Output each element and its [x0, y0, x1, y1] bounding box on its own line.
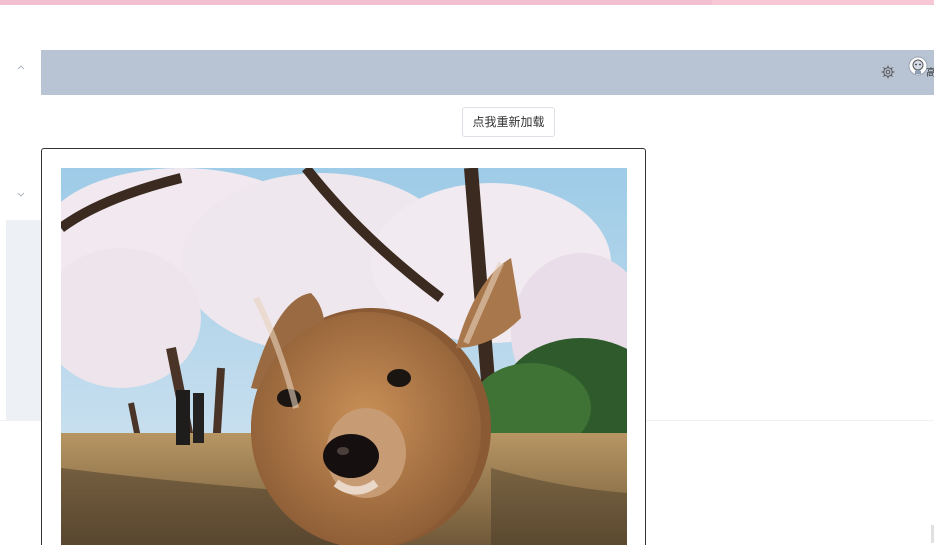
avatar[interactable]	[908, 56, 928, 78]
reload-button[interactable]: 点我重新加载	[462, 107, 555, 137]
top-progress-bar	[0, 0, 934, 5]
header-truncated-text: 高	[926, 68, 934, 79]
expand-button[interactable]	[12, 188, 30, 206]
progress-track	[712, 0, 934, 5]
left-rail-panel	[6, 220, 41, 420]
app-window: 高 点我重新加载	[0, 0, 934, 545]
header-bar: 高	[41, 50, 934, 95]
collapse-button[interactable]	[12, 62, 30, 80]
deer-photo	[61, 168, 627, 545]
left-rail	[0, 50, 41, 420]
gear-icon	[881, 65, 895, 79]
chevron-down-icon	[17, 192, 25, 197]
avatar-icon	[908, 56, 928, 76]
image-preview-panel	[41, 148, 646, 545]
settings-button[interactable]	[880, 64, 896, 80]
chevron-up-icon	[17, 65, 25, 70]
